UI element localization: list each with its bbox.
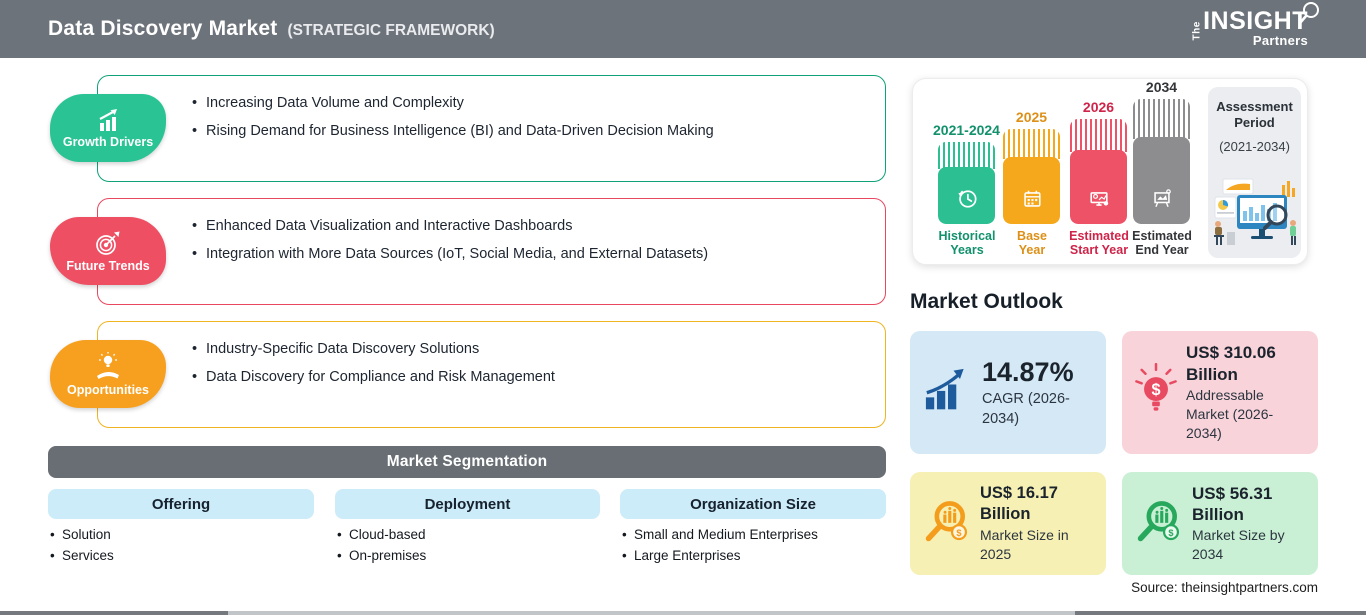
research-timeline-card: 2021-2024 Historical Years 2025 Base Yea…: [912, 78, 1308, 265]
magnifier-chart-icon: $: [1134, 497, 1184, 550]
opportunities-box: Industry-Specific Data Discovery Solutio…: [97, 321, 886, 428]
svg-text:$: $: [1168, 528, 1173, 538]
growth-drivers-label: Growth Drivers: [62, 134, 154, 149]
growth-drivers-badge: Growth Drivers: [50, 94, 166, 162]
segment-item: Cloud-based: [337, 524, 426, 545]
cagr-caption: CAGR (2026-2034): [982, 391, 1070, 427]
growth-bars-arrow-icon: [93, 108, 123, 134]
future-trends-label: Future Trends: [66, 258, 150, 273]
growth-bars-arrow-icon: [922, 367, 974, 418]
cagr-card: 14.87% CAGR (2026-2034): [910, 331, 1106, 454]
page-title: Data Discovery Market: [48, 17, 278, 40]
timeline-caption: Base Year: [1017, 229, 1047, 257]
segment-column-deployment: Deployment: [335, 489, 600, 519]
page-subtitle: (STRATEGIC FRAMEWORK): [287, 22, 495, 39]
future-trends-badge: Future Trends: [50, 217, 166, 285]
timeline-bar-estimated-end: [1133, 99, 1190, 224]
magnifier-icon: [1296, 1, 1322, 32]
timeline-caption: Historical Years: [938, 229, 996, 257]
logo-the-text: The: [1191, 21, 1203, 41]
source-attribution: Source: theinsightpartners.com: [1131, 580, 1318, 595]
timeline-bar-base: [1003, 129, 1060, 224]
segment-column-label: Offering: [151, 495, 211, 513]
bulb-dollar-icon: $: [1134, 362, 1178, 422]
logo-partners-text: Partners: [1252, 33, 1308, 48]
timeline-year-label: 2034: [1145, 79, 1178, 95]
market-outlook-heading: Market Outlook: [910, 290, 1063, 313]
segment-item: Small and Medium Enterprises: [622, 524, 818, 545]
bullet-item: Industry-Specific Data Discovery Solutio…: [192, 335, 865, 363]
bar-stripes: [938, 142, 995, 169]
timeline-year-label: 2026: [1082, 99, 1115, 115]
addressable-market-card: $ US$ 310.06 Billion Addressable Market …: [1122, 331, 1318, 454]
market-segmentation-title: Market Segmentation: [386, 453, 548, 470]
magnifier-chart-icon: $: [922, 497, 972, 550]
opportunities-label: Opportunities: [67, 382, 149, 397]
bullet-item: Increasing Data Volume and Complexity: [192, 89, 865, 117]
bullet-item: Integration with More Data Sources (IoT,…: [192, 240, 865, 268]
growth-drivers-box: Increasing Data Volume and Complexity Ri…: [97, 75, 886, 182]
bullet-item: Rising Demand for Business Intelligence …: [192, 117, 865, 145]
segment-column-label: Deployment: [424, 495, 511, 513]
bar-body: [1003, 157, 1060, 224]
bar-body: [938, 167, 995, 224]
bulb-hand-icon: [93, 351, 123, 382]
growth-drivers-bullet-list: Increasing Data Volume and Complexity Ri…: [192, 89, 865, 145]
bullet-item: Enhanced Data Visualization and Interact…: [192, 212, 865, 240]
timeline-caption: Estimated End Year: [1132, 229, 1192, 257]
market-size-2025-card: $ US$ 16.17 Billion Market Size in 2025: [910, 472, 1106, 575]
segment-column-label: Organization Size: [690, 495, 816, 513]
target-arrow-icon: [93, 230, 123, 258]
segment-column-offering: Offering: [48, 489, 314, 519]
bullet-item: Data Discovery for Compliance and Risk M…: [192, 363, 865, 391]
segment-item: Large Enterprises: [622, 545, 818, 566]
deployment-items: Cloud-based On-premises: [337, 524, 426, 566]
addressable-market-text-block: US$ 310.06 Billion Addressable Market (2…: [1186, 342, 1308, 442]
footer-strip-right: [1075, 611, 1366, 615]
organization-size-items: Small and Medium Enterprises Large Enter…: [622, 524, 818, 566]
footer-strip: [0, 611, 1366, 615]
assessment-period-panel: Assessment Period (2021-2034): [1208, 87, 1301, 258]
market-size-2034-value: US$ 56.31 Billion: [1192, 483, 1273, 525]
offering-items: Solution Services: [50, 524, 114, 566]
segment-column-organization-size: Organization Size: [620, 489, 886, 519]
bar-body: [1133, 137, 1190, 224]
cagr-value: 14.87%: [982, 356, 1074, 387]
assessment-period-range: (2021-2034): [1219, 139, 1290, 154]
analytics-dashboard-illustration: [1211, 177, 1299, 254]
cagr-text-block: 14.87% CAGR (2026-2034): [982, 356, 1096, 430]
segment-item: Solution: [50, 524, 114, 545]
segment-item: Services: [50, 545, 114, 566]
bar-stripes: [1133, 99, 1190, 139]
future-trends-bullet-list: Enhanced Data Visualization and Interact…: [192, 212, 865, 268]
assessment-period-title: Assessment Period: [1216, 99, 1293, 130]
market-size-2025-caption: Market Size in 2025: [980, 526, 1069, 562]
timeline-bar-estimated-start: [1070, 119, 1127, 224]
opportunities-badge: Opportunities: [50, 340, 166, 408]
insight-partners-logo: The INSIGHT Partners: [1191, 2, 1319, 48]
market-size-2034-text-block: US$ 56.31 Billion Market Size by 2034: [1192, 483, 1308, 564]
market-size-2025-value: US$ 16.17 Billion: [980, 484, 1058, 524]
market-size-2034-card: $ US$ 56.31 Billion Market Size by 2034: [1122, 472, 1318, 575]
market-segmentation-bar: Market Segmentation: [48, 446, 886, 478]
bar-stripes: [1003, 129, 1060, 159]
timeline-bar-historical: [938, 142, 995, 224]
logo-main: INSIGHT Partners: [1203, 2, 1319, 48]
addressable-market-value: US$ 310.06 Billion: [1186, 343, 1276, 384]
svg-text:$: $: [1151, 381, 1160, 399]
addressable-market-caption: Addressable Market (2026-2034): [1186, 386, 1274, 441]
bar-body: [1070, 150, 1127, 224]
header-bar: Data Discovery Market (STRATEGIC FRAMEWO…: [0, 0, 1366, 58]
bar-stripes: [1070, 119, 1127, 152]
logo-insight-text: INSIGHT: [1203, 7, 1308, 35]
future-trends-box: Enhanced Data Visualization and Interact…: [97, 198, 886, 305]
svg-text:$: $: [956, 528, 961, 538]
opportunities-bullet-list: Industry-Specific Data Discovery Solutio…: [192, 335, 865, 391]
market-size-2025-text-block: US$ 16.17 Billion Market Size in 2025: [980, 483, 1096, 563]
header-title-group: Data Discovery Market (STRATEGIC FRAMEWO…: [48, 17, 495, 41]
footer-strip-left: [0, 611, 228, 615]
market-size-2034-caption: Market Size by 2034: [1192, 527, 1285, 563]
segment-item: On-premises: [337, 545, 426, 566]
